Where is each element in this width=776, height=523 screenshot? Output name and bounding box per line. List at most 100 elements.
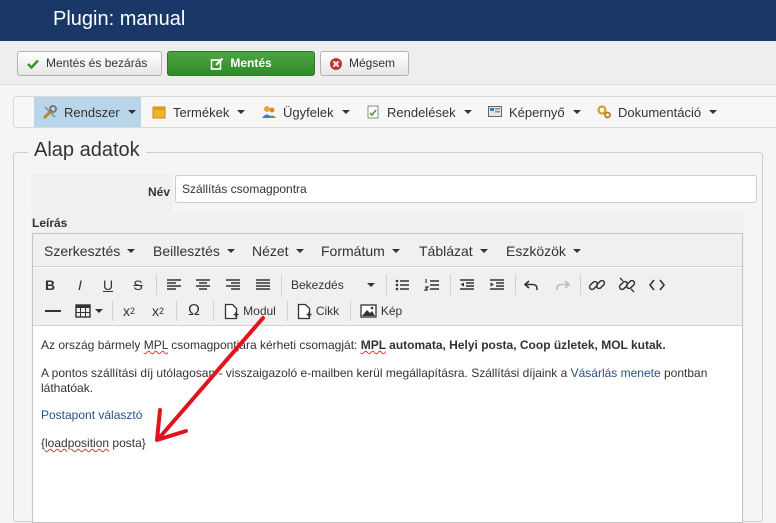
table-icon [75, 304, 91, 318]
content-bold-text: MPL [360, 338, 386, 352]
menu-rendelesek-label: Rendelések [387, 104, 456, 120]
outdent-icon[interactable] [456, 274, 478, 296]
insert-image-label: Kép [380, 304, 403, 318]
bold-button[interactable]: B [39, 274, 61, 296]
caret-down-icon [479, 249, 488, 253]
menu-dokumentacio[interactable]: Dokumentáció [592, 97, 721, 127]
content-paragraph-4: {loadposition posta} [41, 436, 146, 450]
insert-image-button[interactable]: Kép [356, 300, 406, 322]
editor-menu-tools-label: Eszközök [506, 243, 566, 259]
caret-down-icon [127, 110, 136, 114]
indent-icon[interactable] [486, 274, 508, 296]
menu-kepernyo-label: Képernyő [509, 104, 565, 120]
toolbar-separator [580, 275, 581, 295]
menu-rendszer[interactable]: Rendszer [34, 97, 141, 127]
save-button[interactable]: Mentés [167, 51, 315, 76]
toolbar-separator [213, 301, 214, 321]
caret-down-icon [295, 249, 304, 253]
save-and-close-label: Mentés és bezárás [46, 56, 148, 70]
underline-button[interactable]: U [97, 274, 119, 296]
content-text: loadposition [45, 436, 110, 450]
unlink-icon[interactable] [616, 274, 638, 296]
numbered-list-icon[interactable] [421, 274, 443, 296]
subscript-button[interactable]: x2 [117, 300, 141, 322]
name-label: Név [148, 185, 171, 199]
superscript-mark: 2 [158, 306, 164, 316]
content-paragraph-2: A pontos szállítási díj utólagosan - vis… [41, 366, 721, 396]
menu-termekek-label: Termékek [173, 104, 230, 120]
special-character-button[interactable]: Ω [182, 300, 206, 322]
toolbar-separator [281, 275, 282, 295]
align-center-icon[interactable] [192, 274, 214, 296]
shopping-process-link[interactable]: Vásárlás menete [571, 366, 661, 380]
toolbar-separator [515, 275, 516, 295]
description-label: Leírás [32, 216, 68, 230]
caret-down-icon [709, 110, 718, 114]
bullet-list-icon[interactable] [391, 274, 413, 296]
caret-down-icon [341, 110, 350, 114]
insert-module-label: Modul [243, 304, 276, 318]
editor-menu-view[interactable]: Nézet [252, 243, 304, 259]
postapont-selector-link[interactable]: Postapont választó [41, 408, 142, 422]
content-bold-text: automata, Helyi posta, Coop üzletek, MOL… [385, 338, 666, 352]
editor-menu-tools[interactable]: Eszközök [506, 243, 581, 259]
tools-icon [42, 105, 57, 120]
editor-menu-view-label: Nézet [252, 243, 289, 259]
editor-menu-format-label: Formátum [321, 243, 385, 259]
document-add-icon [225, 303, 239, 319]
editor-menu-format[interactable]: Formátum [321, 243, 400, 259]
code-icon[interactable] [646, 274, 668, 296]
gears-icon [597, 105, 611, 119]
editor-menu-insert-label: Beillesztés [153, 243, 220, 259]
users-icon [262, 106, 276, 118]
content-text: MPL [143, 338, 168, 352]
italic-button[interactable]: I [69, 274, 91, 296]
menu-kepernyo[interactable]: Képernyő [483, 97, 585, 127]
name-input[interactable]: Szállítás csomagpontra [175, 175, 757, 203]
insert-article-label: Cikk [315, 304, 340, 318]
screen-icon [488, 106, 502, 117]
insert-article-button[interactable]: Cikk [292, 300, 344, 322]
caret-down-icon [367, 283, 375, 287]
undo-icon[interactable] [521, 274, 543, 296]
caret-down-icon [572, 249, 581, 253]
table-button[interactable] [73, 300, 105, 322]
subscript-mark: 2 [129, 306, 135, 316]
subscript-base: x [122, 303, 130, 319]
horizontal-rule-icon[interactable] [41, 300, 65, 322]
caret-down-icon [463, 110, 472, 114]
editor-menubar: Szerkesztés Beillesztés Nézet Formátum T… [33, 234, 742, 267]
caret-down-icon [226, 249, 235, 253]
page-title: Plugin: manual [53, 8, 186, 30]
align-right-icon[interactable] [222, 274, 244, 296]
menu-termekek[interactable]: Termékek [147, 97, 249, 127]
editor-menu-table-label: Táblázat [419, 243, 473, 259]
menu-rendszer-label: Rendszer [64, 104, 120, 120]
rich-text-editor: Szerkesztés Beillesztés Nézet Formátum T… [32, 233, 743, 523]
link-icon[interactable] [586, 274, 608, 296]
align-justify-icon[interactable] [252, 274, 274, 296]
title-bar: Plugin: manual [0, 0, 776, 41]
content-text: A pontos szállítási díj utólagosan - vis… [41, 366, 571, 380]
redo-icon[interactable] [551, 274, 573, 296]
menu-ugyfelek[interactable]: Ügyfelek [257, 97, 354, 127]
align-left-icon[interactable] [163, 274, 185, 296]
cancel-button[interactable]: Mégsem [320, 51, 409, 76]
editor-menu-insert[interactable]: Beillesztés [153, 243, 235, 259]
strikethrough-button[interactable]: S [127, 274, 149, 296]
superscript-button[interactable]: x2 [146, 300, 170, 322]
content-text: posta} [109, 436, 146, 450]
toolbar-separator [386, 275, 387, 295]
check-icon [27, 59, 39, 69]
editor-menu-edit[interactable]: Szerkesztés [44, 243, 136, 259]
save-and-close-button[interactable]: Mentés és bezárás [17, 51, 162, 76]
toolbar-separator [156, 275, 157, 295]
editor-menu-edit-label: Szerkesztés [44, 243, 121, 259]
menu-rendelesek[interactable]: Rendelések [361, 97, 476, 127]
insert-module-button[interactable]: Modul [219, 300, 281, 322]
editor-menu-table[interactable]: Táblázat [419, 243, 488, 259]
editor-toolbar: B I U S Bekezdés x2 x 2 Ω Modul Cikk Kép [33, 268, 742, 326]
image-icon [360, 304, 377, 318]
block-format-select[interactable]: Bekezdés [285, 274, 381, 296]
toolbar-separator [450, 275, 451, 295]
